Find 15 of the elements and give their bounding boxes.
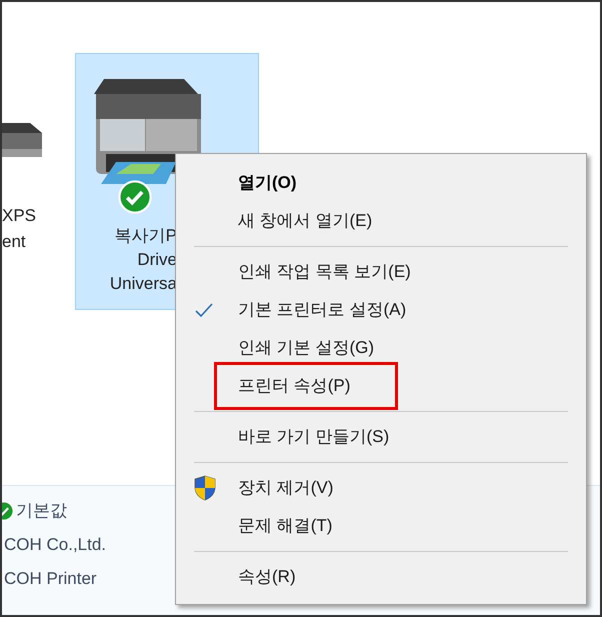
menu-item[interactable]: 속성(R) (238, 564, 296, 590)
check-icon (118, 180, 152, 214)
detail-text: 기본값 (16, 500, 67, 522)
device-label: XPS (2, 205, 36, 227)
device-label: 복사기P (114, 225, 177, 247)
menu-item[interactable]: 인쇄 기본 설정(G) (238, 335, 374, 361)
detail-text: COH Printer (4, 568, 97, 590)
menu-item[interactable]: 바로 가기 만들기(S) (238, 424, 390, 450)
menu-item[interactable]: 프린터 속성(P) (238, 373, 350, 399)
device-label: Drive (137, 249, 177, 271)
device-label: Universa (110, 273, 177, 295)
detail-text: COH Co.,Ltd. (4, 534, 106, 556)
menu-item[interactable]: 문제 해결(T) (238, 513, 332, 539)
device-label: ent (2, 231, 27, 253)
menu-item[interactable]: 장치 제거(V) (238, 475, 334, 501)
